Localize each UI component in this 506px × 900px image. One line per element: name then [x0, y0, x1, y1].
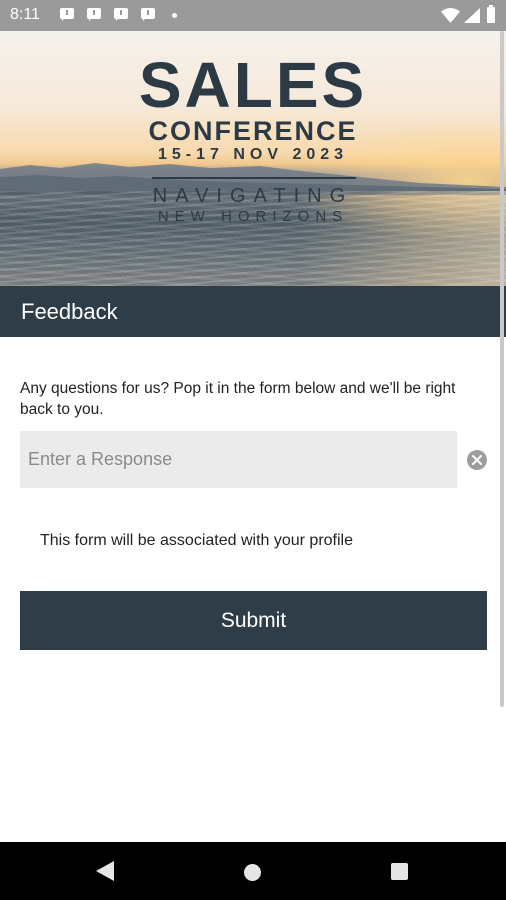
profile-association-note: This form will be associated with your p…	[40, 532, 354, 549]
clear-circle-icon[interactable]	[467, 450, 487, 470]
form-prompt: Any questions for us? Pop it in the form…	[20, 380, 456, 418]
submit-button[interactable]: Submit	[20, 591, 487, 650]
navigation-bar	[0, 842, 506, 900]
page-header: Feedback	[0, 286, 506, 337]
status-time: 8:11	[10, 6, 40, 23]
battery-icon	[487, 5, 495, 23]
recents-icon[interactable]	[391, 863, 408, 880]
banner-divider	[152, 177, 356, 179]
banner-title-conference: CONFERENCE	[148, 116, 358, 146]
conference-banner: SALES CONFERENCE 15-17 NOV 2023 NAVIGATI…	[0, 31, 506, 286]
back-icon[interactable]	[96, 861, 114, 881]
signal-icon	[464, 8, 480, 23]
message-notification-icon	[139, 7, 157, 23]
message-notification-icon	[112, 7, 130, 23]
status-bar: 8:11	[0, 0, 506, 31]
banner-title-sales: SALES	[138, 49, 368, 121]
banner-date: 15-17 NOV 2023	[157, 146, 349, 163]
wifi-icon	[441, 8, 460, 23]
message-notification-icon	[58, 7, 76, 23]
response-input[interactable]	[20, 431, 457, 488]
scrollbar[interactable]	[500, 31, 504, 707]
home-icon[interactable]	[244, 864, 261, 881]
banner-tagline-line1: NAVIGATING	[152, 185, 354, 207]
dot-icon	[172, 13, 177, 18]
message-notification-icon	[85, 7, 103, 23]
banner-tagline-line2: NEW HORIZONS	[157, 208, 349, 225]
page-title: Feedback	[21, 299, 118, 324]
